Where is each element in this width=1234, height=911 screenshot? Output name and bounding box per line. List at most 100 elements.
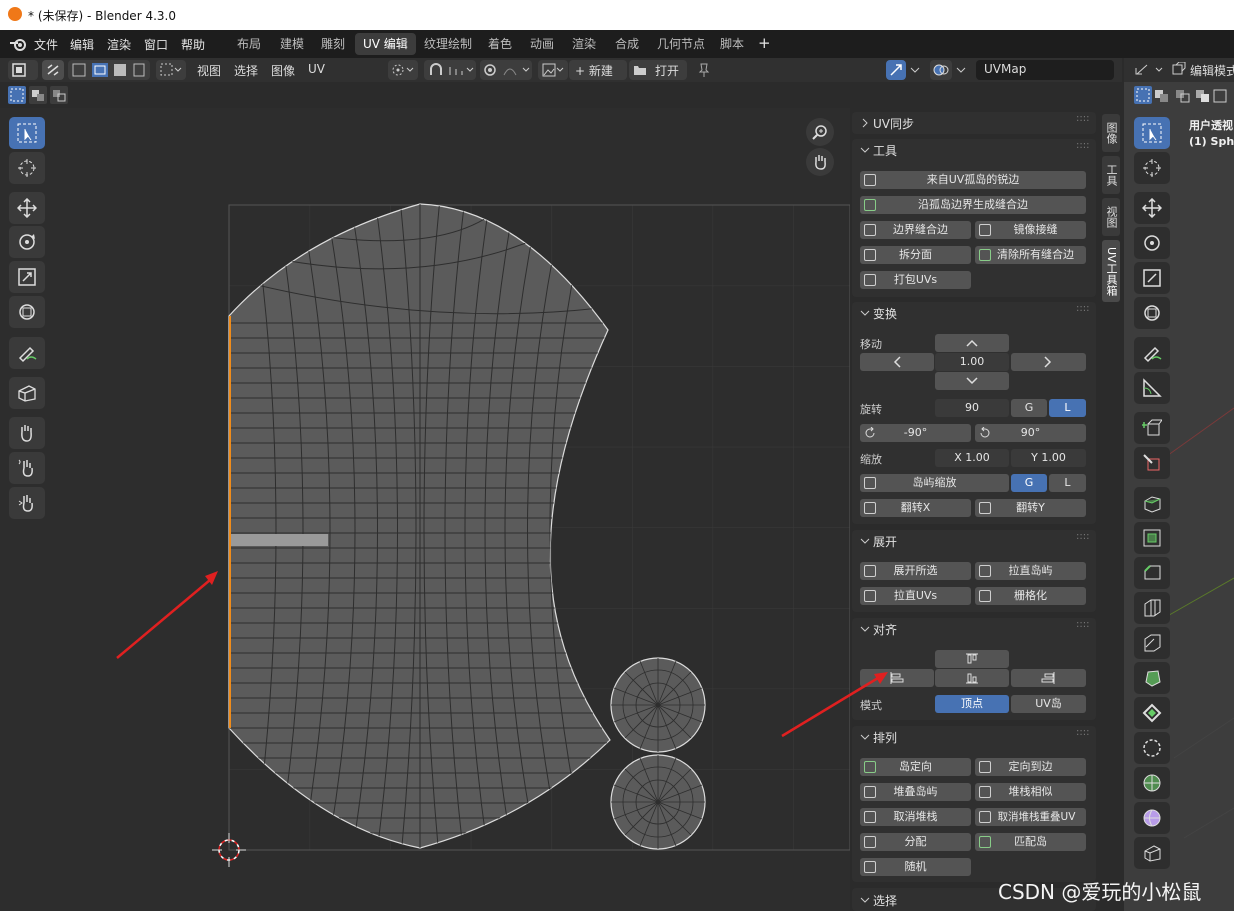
uv-sync-toggle[interactable] [42,60,64,80]
tab-layout[interactable]: 布局 [229,33,269,55]
tab-shading[interactable]: 着色 [480,33,520,55]
vp-select-box-tool[interactable] [1134,117,1170,149]
overlay-toggle[interactable] [930,60,952,80]
vp-to-sphere-tool[interactable] [1134,802,1170,834]
move-tool[interactable] [9,192,45,224]
rotate-local-toggle[interactable]: L [1049,399,1086,417]
select-box-tool[interactable] [9,117,45,149]
unwrap-selected-button[interactable]: 展开所选 [860,562,971,580]
pack-uvs-button[interactable]: 打包UVs [860,271,971,289]
pivot-point-dropdown[interactable] [388,60,418,80]
vp-measure-tool[interactable] [1134,372,1170,404]
drag-handle-icon[interactable]: :::: [1076,113,1089,124]
zoom-button[interactable] [806,118,834,146]
add-workspace-button[interactable]: + [758,34,771,52]
distribute-button[interactable]: 分配 [860,833,971,851]
align-center-button[interactable] [935,669,1009,687]
drag-handle-icon[interactable]: :::: [1076,303,1089,314]
editor-type-selector[interactable] [8,60,38,80]
tab-animation[interactable]: 动画 [522,33,562,55]
vp-shear-tool[interactable] [1134,767,1170,799]
menu-edit[interactable]: 编辑 [70,36,94,53]
rotate-angle-field[interactable]: 90 [935,399,1009,417]
pinch-tool[interactable] [9,487,45,519]
scale-x-field[interactable]: X 1.00 [935,449,1009,467]
flip-y-button[interactable]: 翻转Y [975,499,1086,517]
vp-loop-cut-tool[interactable] [1134,592,1170,624]
move-left-button[interactable] [860,353,934,371]
align-mode-vertex[interactable]: 顶点 [935,695,1009,713]
cursor-tool[interactable] [9,152,45,184]
menu-window[interactable]: 窗口 [144,36,168,53]
vp-extrude-tool[interactable] [1134,487,1170,519]
vp-spin-tool[interactable] [1134,662,1170,694]
menu-uv[interactable]: UV [308,62,325,76]
vp-rotate-tool[interactable] [1134,227,1170,259]
gizmo-toggle[interactable] [886,60,906,80]
image-browse-dropdown[interactable] [538,60,568,80]
menu-view[interactable]: 视图 [197,62,221,79]
chevron-down-icon[interactable] [910,66,920,74]
tab-modeling[interactable]: 建模 [272,33,312,55]
scale-tool[interactable] [9,261,45,293]
viewport-selection-mode-icons[interactable] [1134,86,1228,104]
vp-inset-tool[interactable] [1134,522,1170,554]
tab-scripting[interactable]: 脚本 [712,33,752,55]
straighten-uvs-button[interactable]: 拉直UVs [860,587,971,605]
scale-global-toggle[interactable]: G [1011,474,1047,492]
uv-canvas[interactable] [0,108,850,911]
grab-tool[interactable] [9,417,45,449]
scale-y-field[interactable]: Y 1.00 [1011,449,1086,467]
selection-mode-icons[interactable] [8,86,68,104]
border-seams-button[interactable]: 边界缝合边 [860,221,971,239]
tab-compositing[interactable]: 合成 [607,33,647,55]
vp-knife-tool[interactable] [1134,447,1170,479]
orient-island-button[interactable]: 岛定向 [860,758,971,776]
vp-move-tool[interactable] [1134,192,1170,224]
select-mode-group[interactable] [68,60,150,80]
vp-cursor-tool[interactable] [1134,152,1170,184]
menu-file[interactable]: 文件 [34,36,58,53]
tab-uv-toolkit[interactable]: UV工具箱 [1102,240,1120,302]
drag-handle-icon[interactable]: :::: [1076,727,1089,738]
rotate-ccw-button[interactable]: -90° [860,424,971,442]
new-image-button[interactable]: + 新建 [569,60,627,80]
chevron-down-icon[interactable] [860,536,870,546]
unstack-button[interactable]: 取消堆栈 [860,808,971,826]
split-faces-button[interactable]: 拆分面 [860,246,971,264]
uv-island-cap-bottom[interactable] [610,754,706,850]
transform-orientation-icon[interactable] [1134,62,1166,78]
vp-poly-build-tool[interactable] [1134,627,1170,659]
tab-sculpting[interactable]: 雕刻 [313,33,353,55]
align-top-button[interactable] [935,650,1009,668]
uvmap-field[interactable]: UVMap [976,60,1114,80]
uv-island-cap-top[interactable] [610,657,706,753]
move-right-button[interactable] [1011,353,1086,371]
rotate-global-toggle[interactable]: G [1011,399,1047,417]
open-image-button[interactable]: 打开 [629,60,687,80]
chevron-down-icon[interactable] [860,145,870,155]
move-up-button[interactable] [935,334,1009,352]
tab-texture-paint[interactable]: 纹理绘制 [416,33,480,55]
scale-local-toggle[interactable]: L [1049,474,1086,492]
vp-bevel-tool[interactable] [1134,557,1170,589]
transform-tool[interactable] [9,296,45,328]
straighten-island-button[interactable]: 拉直岛屿 [975,562,1086,580]
drag-handle-icon[interactable]: :::: [1076,531,1089,542]
mirror-seams-button[interactable]: 镜像接缝 [975,221,1086,239]
tab-view[interactable]: 视图 [1102,198,1120,236]
chevron-down-icon[interactable] [956,66,966,74]
vp-rip-tool[interactable] [1134,837,1170,869]
vp-add-cube-tool[interactable] [1134,412,1170,444]
rip-region-tool[interactable] [9,377,45,409]
relax-tool[interactable] [9,452,45,484]
tab-rendering[interactable]: 渲染 [564,33,604,55]
gridify-button[interactable]: 栅格化 [975,587,1086,605]
drag-handle-icon[interactable]: :::: [1076,140,1089,151]
match-island-button[interactable]: 匹配岛 [975,833,1086,851]
vp-transform-tool[interactable] [1134,297,1170,329]
vp-scale-tool[interactable] [1134,262,1170,294]
random-button[interactable]: 随机 [860,858,971,876]
vp-shrink-tool[interactable] [1134,732,1170,764]
menu-select[interactable]: 选择 [234,62,258,79]
